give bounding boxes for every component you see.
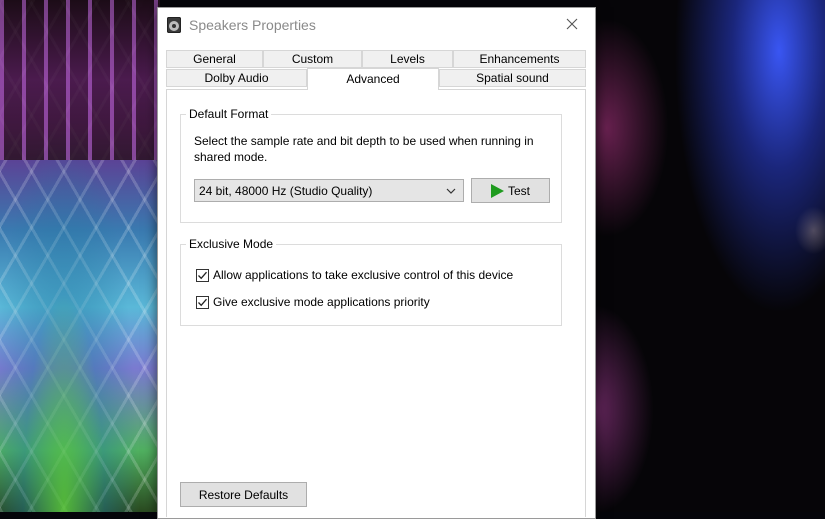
test-button-label: Test <box>507 183 530 198</box>
window-title: Speakers Properties <box>189 17 316 33</box>
format-description-line2: shared mode. <box>194 150 268 164</box>
exclusive-mode-group: Exclusive Mode Allow applications to tak… <box>180 237 562 326</box>
tab-custom[interactable]: Custom <box>263 50 362 68</box>
wallpaper-left-top <box>0 0 160 160</box>
tab-label: Advanced <box>346 72 400 86</box>
tab-label: General <box>193 52 236 66</box>
exclusive-mode-label: Exclusive Mode <box>186 237 277 251</box>
test-button[interactable]: Test <box>471 178 550 203</box>
tab-enhancements[interactable]: Enhancements <box>453 50 586 68</box>
checkbox-box[interactable] <box>196 295 209 309</box>
close-button[interactable] <box>549 8 595 40</box>
tab-label: Enhancements <box>479 52 560 66</box>
tab-levels[interactable]: Levels <box>362 50 453 68</box>
tab-label: Dolby Audio <box>204 71 269 85</box>
allow-exclusive-control-checkbox[interactable]: Allow applications to take exclusive con… <box>196 268 513 282</box>
sample-rate-select[interactable]: 24 bit, 48000 Hz (Studio Quality) <box>194 179 464 202</box>
advanced-panel: Default Format Select the sample rate an… <box>166 89 586 517</box>
restore-defaults-button[interactable]: Restore Defaults <box>180 482 307 507</box>
tab-label: Custom <box>291 52 334 66</box>
tab-dolby-audio[interactable]: Dolby Audio <box>166 69 307 87</box>
checkmark-icon <box>198 271 207 279</box>
speaker-icon <box>167 17 181 33</box>
restore-defaults-label: Restore Defaults <box>198 487 289 502</box>
tab-advanced[interactable]: Advanced <box>307 68 439 90</box>
tab-general[interactable]: General <box>166 50 263 68</box>
tab-spatial-sound[interactable]: Spatial sound <box>439 69 586 87</box>
default-format-group: Default Format Select the sample rate an… <box>180 107 562 223</box>
wallpaper-right-image <box>595 0 825 512</box>
title-bar[interactable]: Speakers Properties <box>158 8 595 40</box>
sample-rate-value: 24 bit, 48000 Hz (Studio Quality) <box>199 183 373 198</box>
tab-label: Levels <box>390 52 425 66</box>
checkbox-box[interactable] <box>196 268 209 282</box>
checkmark-icon <box>198 298 207 306</box>
play-icon <box>490 183 504 198</box>
allow-exclusive-control-label: Allow applications to take exclusive con… <box>213 268 514 282</box>
exclusive-priority-checkbox[interactable]: Give exclusive mode applications priorit… <box>196 295 430 309</box>
close-icon <box>566 18 578 30</box>
speakers-properties-dialog: Speakers Properties General Custom Level… <box>157 7 596 519</box>
tab-label: Spatial sound <box>476 71 549 85</box>
exclusive-priority-label: Give exclusive mode applications priorit… <box>213 295 430 309</box>
default-format-label: Default Format <box>186 107 272 121</box>
chevron-down-icon <box>446 188 456 194</box>
format-description-line1: Select the sample rate and bit depth to … <box>194 134 534 148</box>
